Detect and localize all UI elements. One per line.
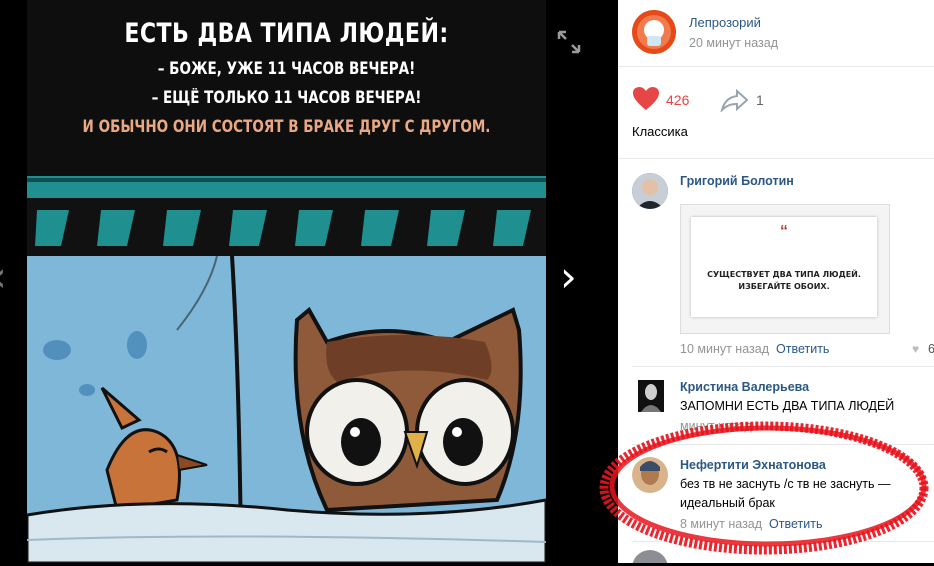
comment-text-line-1: без тв не заснуть /с тв не заснуть — (680, 477, 891, 491)
chevron-right-icon[interactable]: › (560, 256, 577, 298)
divider (618, 158, 934, 159)
reply-link[interactable]: Ответить (769, 517, 822, 531)
comment-like-count[interactable]: 6 (928, 342, 934, 356)
chevron-left-icon[interactable]: ‹ (0, 256, 7, 298)
comment-text-line-2: идеальный брак (680, 496, 775, 510)
quote-card: “ СУЩЕСТВУЕТ ДВА ТИПА ЛЮДЕЙ. ИЗБЕГАЙТЕ О… (691, 217, 877, 317)
poster-image[interactable]: ЕСТЬ ДВА ТИПА ЛЮДЕЙ: – БОЖЕ, УЖЕ 11 ЧАСО… (27, 0, 546, 563)
quote-icon: “ (780, 223, 788, 240)
quote-text: СУЩЕСТВУЕТ ДВА ТИПА ЛЮДЕЙ. ИЗБЕГАЙТЕ ОБО… (691, 269, 877, 293)
like-count[interactable]: 426 (666, 92, 689, 108)
comment-time[interactable]: 8 минут назад (680, 517, 762, 531)
photo-viewer: ЕСТЬ ДВА ТИПА ЛЮДЕЙ: – БОЖЕ, УЖЕ 11 ЧАСО… (0, 0, 618, 563)
post-timestamp[interactable]: 20 минут назад (689, 36, 778, 50)
comment-meta: 8 минут назад Ответить (680, 517, 822, 531)
expand-icon[interactable] (555, 28, 583, 56)
poster-line-3: И ОБЫЧНО ОНИ СОСТОЯТ В БРАКЕ ДРУГ С ДРУГ… (82, 117, 491, 136)
heart-icon[interactable] (632, 86, 660, 112)
avatar[interactable] (632, 173, 668, 209)
divider (618, 66, 934, 67)
poster-line-2: – ЕЩЁ ТОЛЬКО 11 ЧАСОВ ВЕЧЕРА! (151, 88, 422, 107)
group-name-link[interactable]: Лепрозорий (689, 15, 761, 30)
comment-author[interactable]: Кристина Валерьева (680, 380, 809, 394)
poster-title: ЕСТЬ ДВА ТИПА ЛЮДЕЙ: (124, 18, 449, 49)
owl-illustration (27, 176, 546, 563)
post-text: Классика (632, 124, 688, 139)
comment-meta: 10 минут назад Ответить (680, 342, 829, 356)
group-avatar[interactable] (632, 10, 676, 54)
poster-caption: ЕСТЬ ДВА ТИПА ЛЮДЕЙ: – БОЖЕ, УЖЕ 11 ЧАСО… (27, 14, 546, 141)
quote-line-1: СУЩЕСТВУЕТ ДВА ТИПА ЛЮДЕЙ. (707, 270, 861, 279)
post-panel: Лепрозорий 20 минут назад 426 1 Классика… (618, 0, 934, 563)
share-icon[interactable] (720, 88, 750, 114)
divider (632, 444, 934, 445)
comment-text: ЗАПОМНИ ЕСТЬ ДВА ТИПА ЛЮДЕЙ (680, 399, 895, 413)
poster-line-1: – БОЖЕ, УЖЕ 11 ЧАСОВ ВЕЧЕРА! (157, 59, 416, 78)
quote-line-2: ИЗБЕГАЙТЕ ОБОИХ. (738, 282, 830, 291)
comment-time[interactable]: 10 минут назад (680, 342, 769, 356)
heart-icon[interactable]: ♥ (912, 342, 919, 356)
comment-attachment-image[interactable]: “ СУЩЕСТВУЕТ ДВА ТИПА ЛЮДЕЙ. ИЗБЕГАЙТЕ О… (680, 204, 890, 334)
reply-link[interactable]: Ответить (776, 342, 829, 356)
share-count[interactable]: 1 (756, 92, 764, 108)
avatar[interactable] (638, 380, 664, 412)
divider (632, 541, 934, 542)
comment-author[interactable]: Нефертити Эхнатонова (680, 458, 826, 472)
comment-time[interactable]: минут назад (680, 419, 752, 433)
divider (632, 366, 934, 367)
avatar[interactable] (632, 550, 668, 563)
comment-author[interactable]: Григорий Болотин (680, 174, 794, 188)
avatar[interactable] (632, 457, 668, 493)
